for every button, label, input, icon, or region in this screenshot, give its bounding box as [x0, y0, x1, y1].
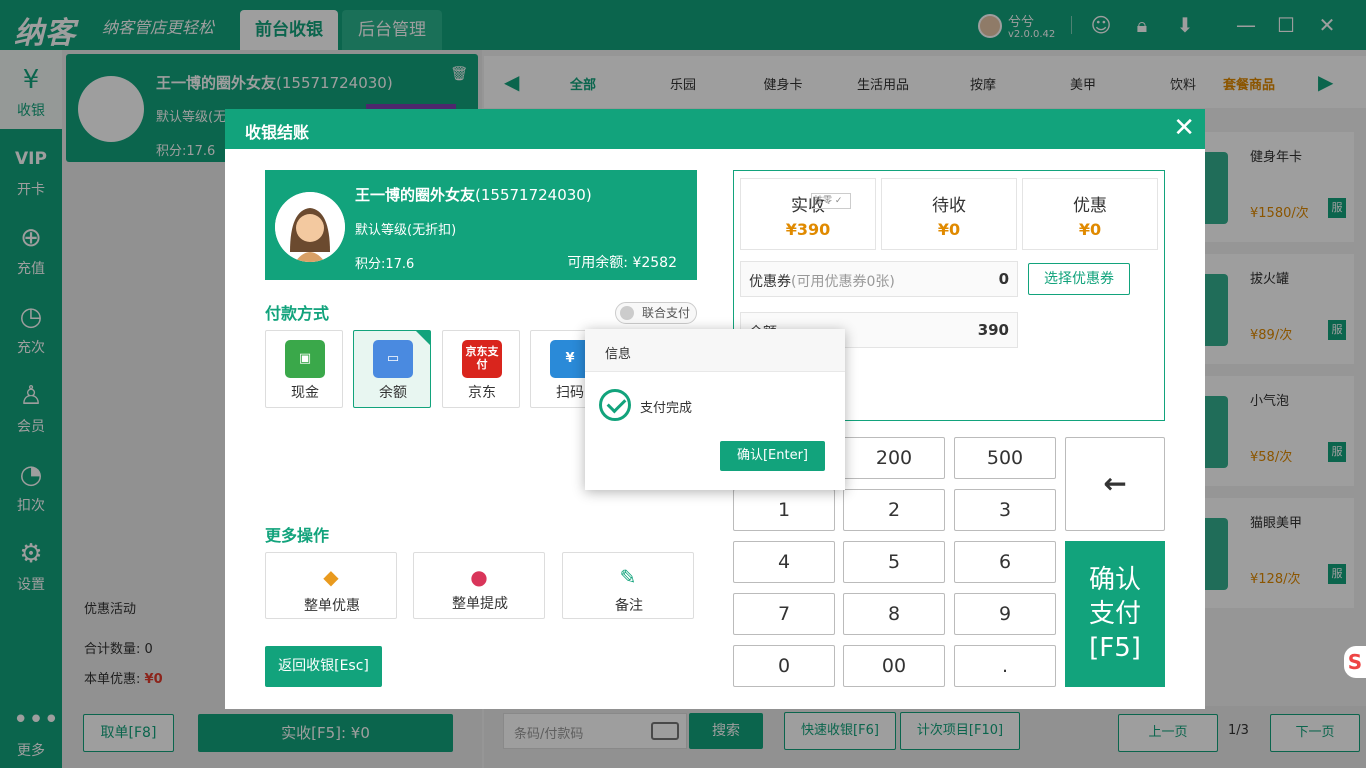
pay-method-label: 京东: [468, 385, 496, 401]
confirm-line: 支付: [1088, 599, 1141, 629]
confirm-line: [F5]: [1089, 633, 1141, 663]
summary-label: 待收: [932, 196, 966, 216]
info-confirm-button[interactable]: 确认[Enter]: [720, 441, 825, 471]
member-level: 默认等级(无折扣): [355, 223, 457, 238]
pay-method-label: 余额: [379, 385, 407, 401]
key-200[interactable]: 200: [843, 437, 945, 479]
ime-icon[interactable]: S: [1344, 646, 1366, 678]
key-1[interactable]: 1: [733, 489, 835, 531]
info-header: 信息: [585, 329, 845, 372]
backspace-icon: ←: [1103, 467, 1127, 500]
check-icon: [416, 331, 430, 345]
payment-method-title: 付款方式: [265, 304, 330, 323]
close-icon[interactable]: ✕: [1173, 113, 1195, 143]
key-8[interactable]: 8: [843, 593, 945, 635]
op-label: 备注: [615, 598, 643, 614]
member-points: 积分:17.6: [355, 257, 415, 272]
key-9[interactable]: 9: [954, 593, 1056, 635]
scan-icon: ¥: [550, 340, 590, 378]
summary-value: ¥0: [1078, 220, 1102, 239]
pay-method-balance[interactable]: ▭ 余额: [353, 330, 431, 408]
pay-method-label: 现金: [291, 385, 319, 401]
avatar: [275, 192, 345, 262]
summary-value: ¥0: [937, 220, 961, 239]
key-00[interactable]: 00: [843, 645, 945, 687]
backspace-key[interactable]: ←: [1065, 437, 1165, 531]
cash-icon: ▣: [285, 340, 325, 378]
coupon-field[interactable]: 优惠券(可用优惠券0张) 0: [740, 261, 1018, 297]
summary-value: ¥390: [785, 220, 831, 239]
key-7[interactable]: 7: [733, 593, 835, 635]
info-dialog: 信息 支付完成 确认[Enter]: [585, 329, 845, 490]
dialog-title: 收银结账: [245, 123, 310, 142]
member-name: 王一博的圈外女友(15571724030): [355, 186, 592, 204]
member-balance: 可用余额: ¥2582: [567, 255, 677, 271]
summary-label: 优惠: [1073, 196, 1107, 216]
key-500[interactable]: 500: [954, 437, 1056, 479]
back-to-cashier-button[interactable]: 返回收银[Esc]: [265, 646, 382, 687]
pay-method-jd[interactable]: 京东支付 京东: [442, 330, 520, 408]
round-off-checkbox[interactable]: 抹零 ✓: [811, 193, 851, 209]
toggle-knob: [620, 306, 634, 320]
coupon-value: 0: [998, 270, 1009, 288]
info-title: 信息: [605, 347, 632, 362]
money-bag-icon: ●: [470, 565, 488, 589]
key-0[interactable]: 0: [733, 645, 835, 687]
key-5[interactable]: 5: [843, 541, 945, 583]
confirm-line: 确认: [1088, 565, 1141, 595]
key-2[interactable]: 2: [843, 489, 945, 531]
balance-icon: ▭: [373, 340, 413, 378]
summary-label: 实收: [791, 196, 825, 216]
success-check-icon: [599, 389, 631, 421]
note-button[interactable]: ✎ 备注: [562, 552, 694, 619]
order-discount-button[interactable]: ◆ 整单优惠: [265, 552, 397, 619]
pay-method-cash[interactable]: ▣ 现金: [265, 330, 343, 408]
order-commission-button[interactable]: ● 整单提成: [413, 552, 545, 619]
joint-pay-toggle[interactable]: 联合支付: [615, 302, 697, 324]
note-icon: ✎: [619, 565, 637, 589]
key-dot[interactable]: .: [954, 645, 1056, 687]
more-ops-title: 更多操作: [265, 526, 330, 545]
tag-icon: ◆: [323, 565, 339, 589]
op-label: 整单优惠: [304, 598, 360, 614]
jd-pay-icon: 京东支付: [462, 340, 502, 378]
info-message: 支付完成: [640, 401, 693, 416]
select-coupon-button[interactable]: 选择优惠券: [1028, 263, 1130, 295]
summary-pending: 待收 ¥0: [881, 178, 1017, 250]
confirm-pay-button[interactable]: 确认 支付 [F5]: [1065, 541, 1165, 687]
member-card: 王一博的圈外女友(15571724030) 默认等级(无折扣) 积分:17.6 …: [265, 170, 697, 280]
summary-discount: 优惠 ¥0: [1022, 178, 1158, 250]
balance-value: 390: [977, 321, 1009, 339]
summary-received: 实收 抹零 ✓ ¥390: [740, 178, 876, 250]
toggle-label: 联合支付: [642, 306, 691, 320]
key-4[interactable]: 4: [733, 541, 835, 583]
key-3[interactable]: 3: [954, 489, 1056, 531]
key-6[interactable]: 6: [954, 541, 1056, 583]
op-label: 整单提成: [452, 596, 508, 612]
dialog-header: 收银结账 ✕: [225, 109, 1205, 149]
